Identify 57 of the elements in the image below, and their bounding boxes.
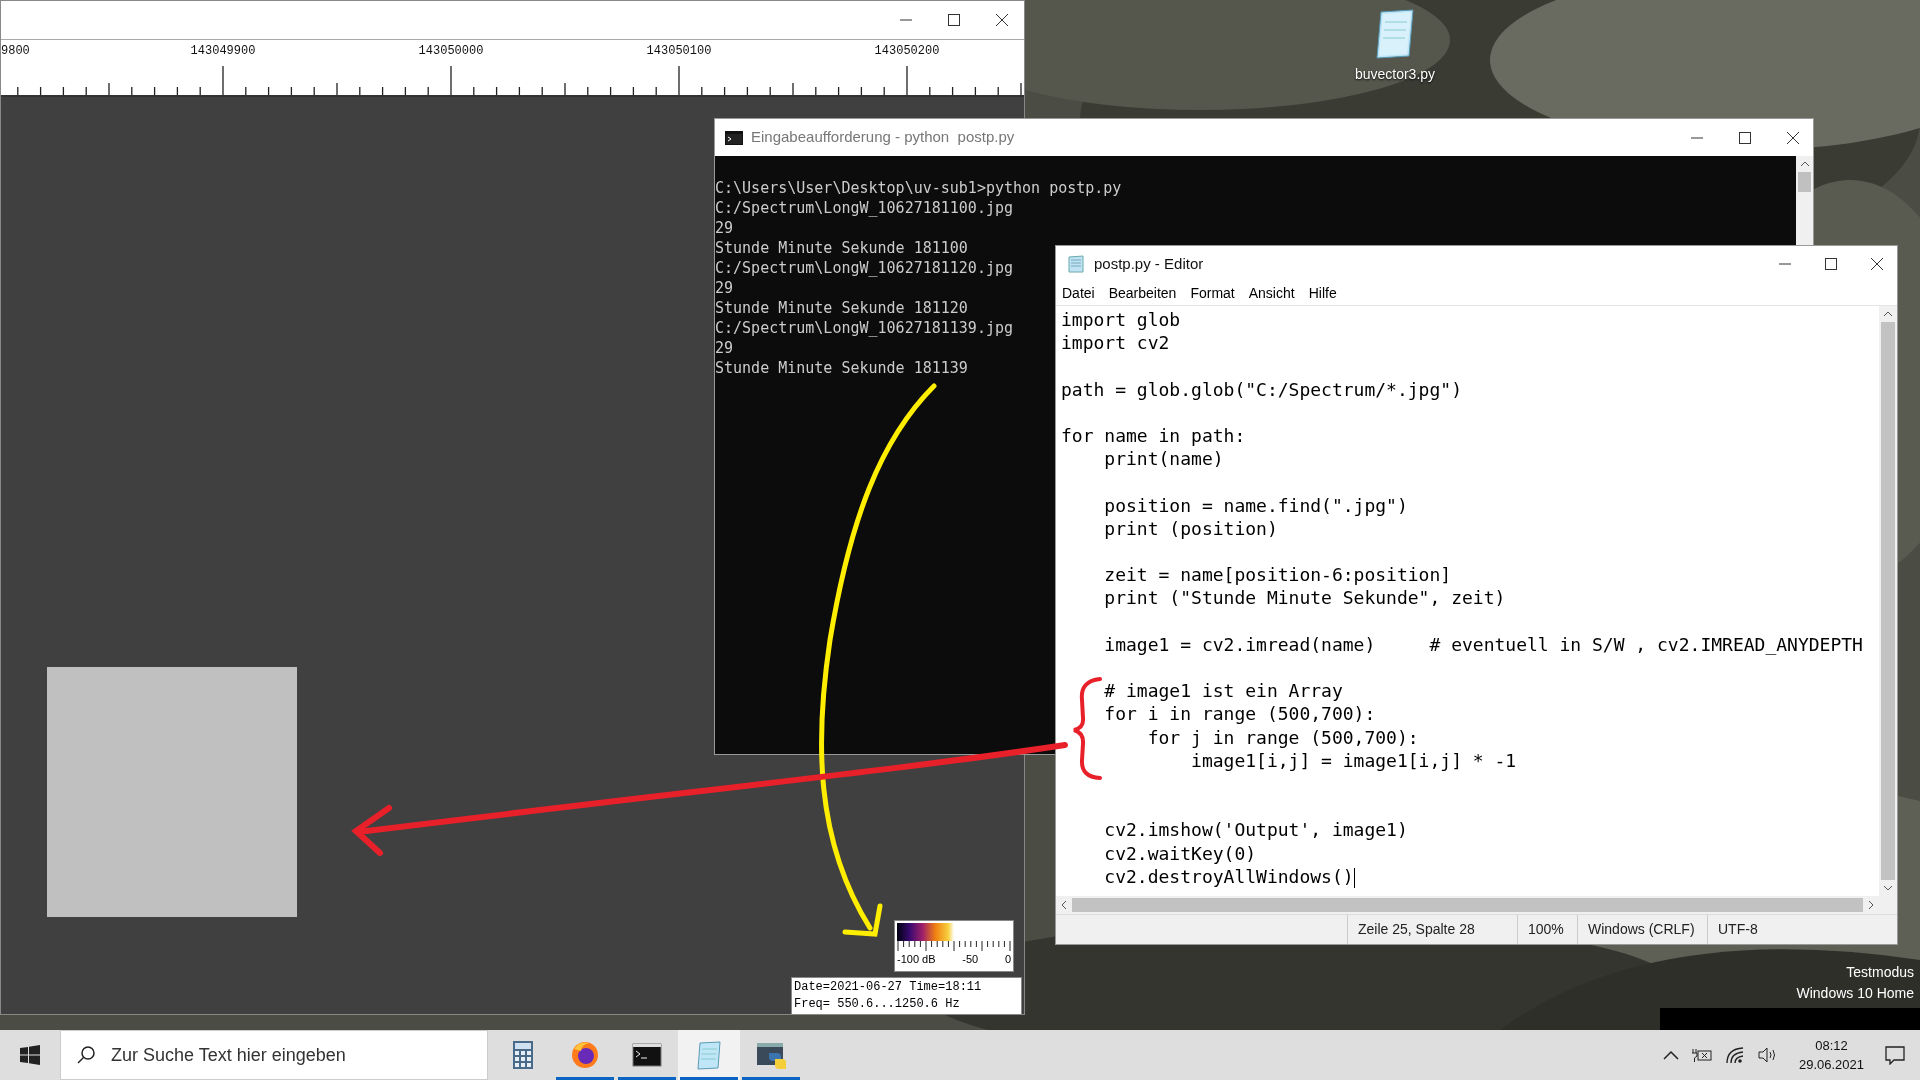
code-text[interactable]: import glob import cv2 path = glob.glob("C:/Spectrum/*.jpg") for name in path: print(name) position = name.find(".jpg") print (position) zeit = name[position-6:position] print ("Stunde Minute Sekunde", zeit) image1 = cv2.imread(name) # eventuell in S/W , cv2.IMREAD_ANYDEPTH # image1 ist ein Array for i in range (500,700): for j in range (500,700): image1[i,j] = image1[i,j] * -1 cv2.imshow('Output', image1) cv2.waitKey(0) cv2.destroyAllWindows(): [1061, 308, 1879, 889]
close-icon[interactable]: [1787, 131, 1799, 144]
ruler-label: 143050000: [418, 43, 484, 60]
console-line: Stunde Minute Sekunde 181139: [715, 358, 968, 378]
status-text: Zeile 25, Spalte 28: [1347, 915, 1517, 944]
menu-item[interactable]: Format: [1190, 283, 1235, 304]
ruler-label: 143050100: [646, 43, 712, 60]
maximize-icon[interactable]: [1739, 131, 1751, 144]
menu-item[interactable]: Datei: [1062, 283, 1095, 304]
window-title: postp.py - Editor: [1094, 253, 1204, 274]
battery-icon[interactable]: [1690, 1047, 1713, 1063]
scroll-thumb[interactable]: [1798, 172, 1811, 192]
menu-item[interactable]: Bearbeiten: [1108, 283, 1177, 304]
notice-text: Testmodus: [1846, 963, 1914, 981]
search-field[interactable]: Zur Suche Text hier eingeben: [60, 1030, 488, 1080]
menu-item[interactable]: Ansicht: [1248, 283, 1295, 304]
maximize-icon[interactable]: [948, 14, 960, 26]
wifi-icon[interactable]: [1724, 1046, 1745, 1064]
console-line: C:/Spectrum\LongW_10627181139.jpg: [715, 318, 1013, 338]
console-line: C:/Spectrum\LongW_10627181100.jpg: [715, 198, 1013, 218]
console-line: 29: [715, 278, 734, 298]
console-line: C:\Users\User\Desktop\uv-sub1>python postp.py: [715, 178, 1122, 198]
firefox-icon[interactable]: [569, 1039, 601, 1071]
clock[interactable]: 08:12 29.06.2021: [1790, 1036, 1872, 1074]
ruler-label: 143050200: [874, 43, 940, 60]
scroll-thumb[interactable]: [1072, 898, 1863, 912]
menu-item[interactable]: Hilfe: [1308, 283, 1337, 304]
ruler-label: 143049900: [190, 43, 256, 60]
legend-label: 0: [1004, 953, 1011, 965]
notice-text: Windows 10 Home: [1796, 984, 1914, 1002]
status-text: UTF-8: [1707, 915, 1817, 944]
close-icon[interactable]: [996, 14, 1008, 26]
ruler-label: 9800: [1, 43, 30, 60]
search-icon: [76, 1045, 96, 1065]
info-line: Freq= 550.6...1250.6 Hz: [794, 996, 961, 1013]
chevron-up-icon[interactable]: [1662, 1050, 1679, 1060]
console-line: C:/Spectrum\LongW_10627181120.jpg: [715, 258, 1013, 278]
status-text: 100%: [1517, 915, 1577, 944]
status-text: Windows (CRLF): [1577, 915, 1707, 944]
legend-label: -100 dB: [897, 953, 936, 965]
window-title: Eingabeaufforderung - python postp.py: [751, 127, 1015, 148]
notepad-icon: [1066, 255, 1086, 273]
windows-logo-icon: [20, 1045, 40, 1065]
desktop-icon-label[interactable]: buvector3.py: [1354, 64, 1436, 85]
scroll-thumb[interactable]: [1881, 322, 1895, 880]
text-cursor: [1353, 867, 1355, 888]
legend-ticks-icon: [897, 941, 1011, 953]
console-line: Stunde Minute Sekunde 181120: [715, 298, 968, 318]
legend-label: -50: [962, 953, 979, 965]
maximize-icon[interactable]: [1825, 258, 1837, 270]
console-line: 29: [715, 338, 734, 358]
console-line: Stunde Minute Sekunde 181100: [715, 238, 968, 258]
console-line: 29: [715, 218, 734, 238]
console-icon: [725, 130, 743, 145]
notification-icon[interactable]: [1884, 1045, 1906, 1065]
info-line: Date=2021-06-27 Time=18:11: [794, 979, 983, 996]
close-icon[interactable]: [1871, 258, 1883, 270]
